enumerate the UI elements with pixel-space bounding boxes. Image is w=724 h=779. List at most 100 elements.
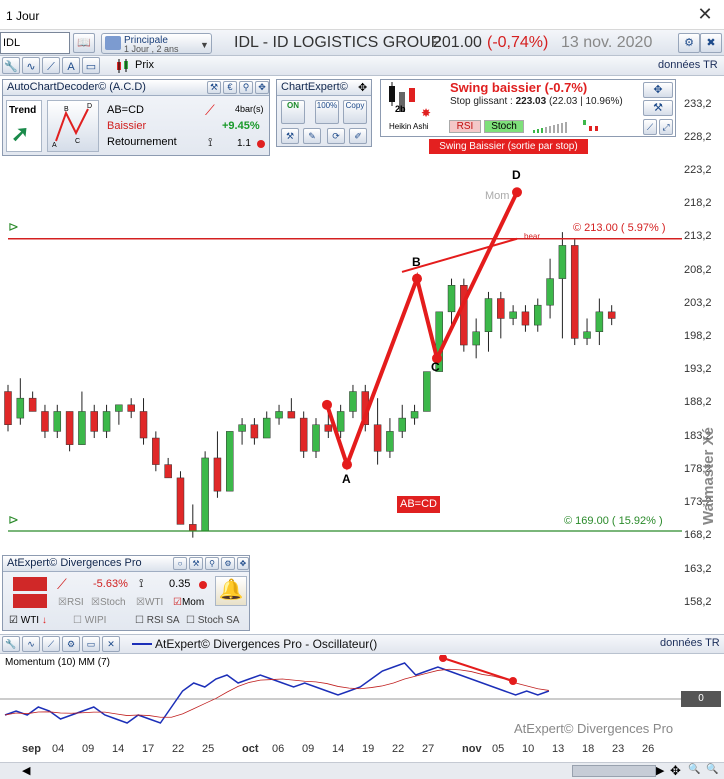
- stoch-badge[interactable]: Stoch: [484, 120, 524, 133]
- abcd-box: AB=CD: [397, 496, 440, 513]
- wrench-icon[interactable]: 🔧: [2, 57, 20, 74]
- x-tick-label: 06: [272, 743, 285, 755]
- bell-icon[interactable]: 🔔: [215, 576, 247, 606]
- drawing-icon[interactable]: ⟋: [42, 636, 60, 652]
- period-icon: [105, 36, 121, 50]
- candle-body: [546, 278, 554, 306]
- tool-icon[interactable]: ⚒: [189, 557, 203, 570]
- acd-ratio: 1.1: [237, 138, 251, 149]
- stoch-check[interactable]: ☒Stoch: [91, 597, 126, 608]
- candle-body: [287, 411, 296, 419]
- scroll-left-icon[interactable]: ◀: [22, 764, 30, 777]
- scroll-thumb[interactable]: [572, 765, 656, 777]
- x-tick-label: 10: [522, 743, 535, 755]
- euro-icon[interactable]: €: [223, 81, 237, 94]
- momentum-label: Momentum (10) MM (7): [5, 657, 111, 668]
- candle-body: [386, 431, 394, 452]
- rsi-sa-label: RSI SA: [146, 615, 180, 626]
- rsi-badge[interactable]: RSI: [449, 120, 481, 133]
- gear-icon[interactable]: ⚙: [62, 636, 80, 652]
- wipi-check[interactable]: ☐ WIPI: [73, 615, 106, 626]
- period-selector[interactable]: Principale 1 Jour , 2 ans ▼: [101, 33, 212, 54]
- circle-icon[interactable]: ○: [173, 557, 187, 570]
- mom-check[interactable]: ☑Mom: [173, 597, 204, 608]
- draw-tool-icon[interactable]: ⚒: [281, 128, 299, 144]
- alert-marker-icon[interactable]: ⊳: [8, 512, 19, 528]
- y-tick-label: 228,2: [684, 130, 712, 143]
- x-tick-label: 14: [112, 743, 125, 755]
- divergences-title: AtExpert© Divergences Pro: [7, 557, 142, 569]
- stoch-sa-check[interactable]: ☐ Stoch SA: [186, 615, 239, 626]
- move-icon[interactable]: ✥: [358, 81, 367, 94]
- y-tick-label: 218,2: [684, 197, 712, 210]
- candle-body: [312, 424, 320, 452]
- move-icon[interactable]: ✥: [255, 81, 269, 94]
- pin-icon[interactable]: ⚲: [239, 81, 253, 94]
- wti-check[interactable]: ☑ WTI ↓: [9, 615, 47, 626]
- pencil-icon[interactable]: ✎: [303, 128, 321, 144]
- svg-text:C: C: [75, 138, 80, 145]
- candlestick-icon[interactable]: [115, 58, 131, 74]
- indicator-icon[interactable]: ∿: [22, 57, 40, 74]
- indicator-icon[interactable]: ∿: [22, 636, 40, 652]
- chartexpert-header: ChartExpert©: [277, 80, 371, 96]
- scroll-right-icon[interactable]: ▶: [656, 764, 664, 777]
- candle-body: [176, 477, 185, 525]
- stoch-sa-label: Stoch SA: [197, 615, 240, 626]
- zoom-in-icon[interactable]: 🔍: [706, 764, 718, 775]
- rsi-sa-check[interactable]: ☐ RSI SA: [135, 615, 180, 626]
- candle-body: [447, 285, 456, 313]
- candle-body: [152, 437, 160, 465]
- y-tick-label: 203,2: [684, 296, 712, 309]
- rsi-check[interactable]: ☒RSI: [58, 597, 84, 608]
- window-icon[interactable]: ▭: [82, 636, 100, 652]
- swing-stop: Stop glissant : 223.03 (22.03 | 10.96%): [450, 96, 623, 107]
- pattern-thumbnail[interactable]: A B C D: [47, 100, 99, 152]
- wti2-check[interactable]: ☒WTI: [136, 597, 163, 608]
- oscillator-legend-line: [132, 643, 152, 645]
- book-icon[interactable]: 📖: [73, 33, 95, 53]
- acd-pct: +9.45%: [222, 120, 260, 132]
- alert-marker-icon[interactable]: ⊳: [8, 219, 19, 235]
- close-icon[interactable]: ✕: [102, 636, 120, 652]
- x-tick-label: 23: [612, 743, 625, 755]
- wrench-icon[interactable]: 🔧: [2, 636, 20, 652]
- candle-body: [213, 457, 222, 492]
- y-tick-label: 233,2: [684, 97, 712, 110]
- x-tick-label: sep: [22, 743, 41, 755]
- expand-icon[interactable]: ⤢: [659, 119, 673, 135]
- y-tick-label: 198,2: [684, 330, 712, 343]
- svg-text:B: B: [64, 106, 69, 113]
- horizontal-scrollbar[interactable]: ◀ ▶ ✥ 🔍 🔍: [0, 762, 724, 779]
- chartexpert-panel: ChartExpert© ✥ ON 100% Copy ⚒ ✎ ⟳ ✐: [276, 79, 372, 147]
- close-icon[interactable]: ✕: [690, 4, 720, 26]
- zoom-out-icon[interactable]: 🔍: [688, 764, 700, 775]
- tool-icon[interactable]: ⚒: [643, 100, 673, 116]
- candle-body: [398, 417, 406, 432]
- symbol-input[interactable]: [0, 32, 70, 54]
- y-tick-label: 158,2: [684, 595, 712, 608]
- tools-icon[interactable]: ✖: [700, 33, 722, 53]
- tool-icon[interactable]: ⚒: [207, 81, 221, 94]
- move-icon[interactable]: ✥: [643, 82, 673, 98]
- on-button[interactable]: ON: [281, 100, 305, 124]
- alert-icon[interactable]: A: [62, 57, 80, 74]
- refresh-icon[interactable]: ⟳: [327, 128, 345, 144]
- window-icon[interactable]: ▭: [82, 57, 100, 74]
- price-chart[interactable]: [0, 76, 724, 632]
- drawing-icon[interactable]: ⟋: [42, 57, 60, 74]
- chart-icon[interactable]: ⟋: [643, 119, 657, 135]
- pct100-button[interactable]: 100%: [315, 100, 339, 124]
- settings-icon[interactable]: ⚙: [678, 33, 700, 53]
- pin-icon[interactable]: ⚲: [205, 557, 219, 570]
- gear-icon[interactable]: ⚙: [221, 557, 235, 570]
- move-icon[interactable]: ✥: [237, 557, 249, 570]
- wti2-label: WTI: [144, 597, 164, 608]
- x-tick-label: 26: [642, 743, 655, 755]
- stock-change: (-0,74%): [487, 34, 549, 51]
- edit-icon[interactable]: ✐: [349, 128, 367, 144]
- copy-button[interactable]: Copy: [343, 100, 367, 124]
- stoch-label: Stoch: [99, 597, 126, 608]
- acd-direction: Baissier: [107, 120, 147, 132]
- move-icon[interactable]: ✥: [670, 763, 681, 779]
